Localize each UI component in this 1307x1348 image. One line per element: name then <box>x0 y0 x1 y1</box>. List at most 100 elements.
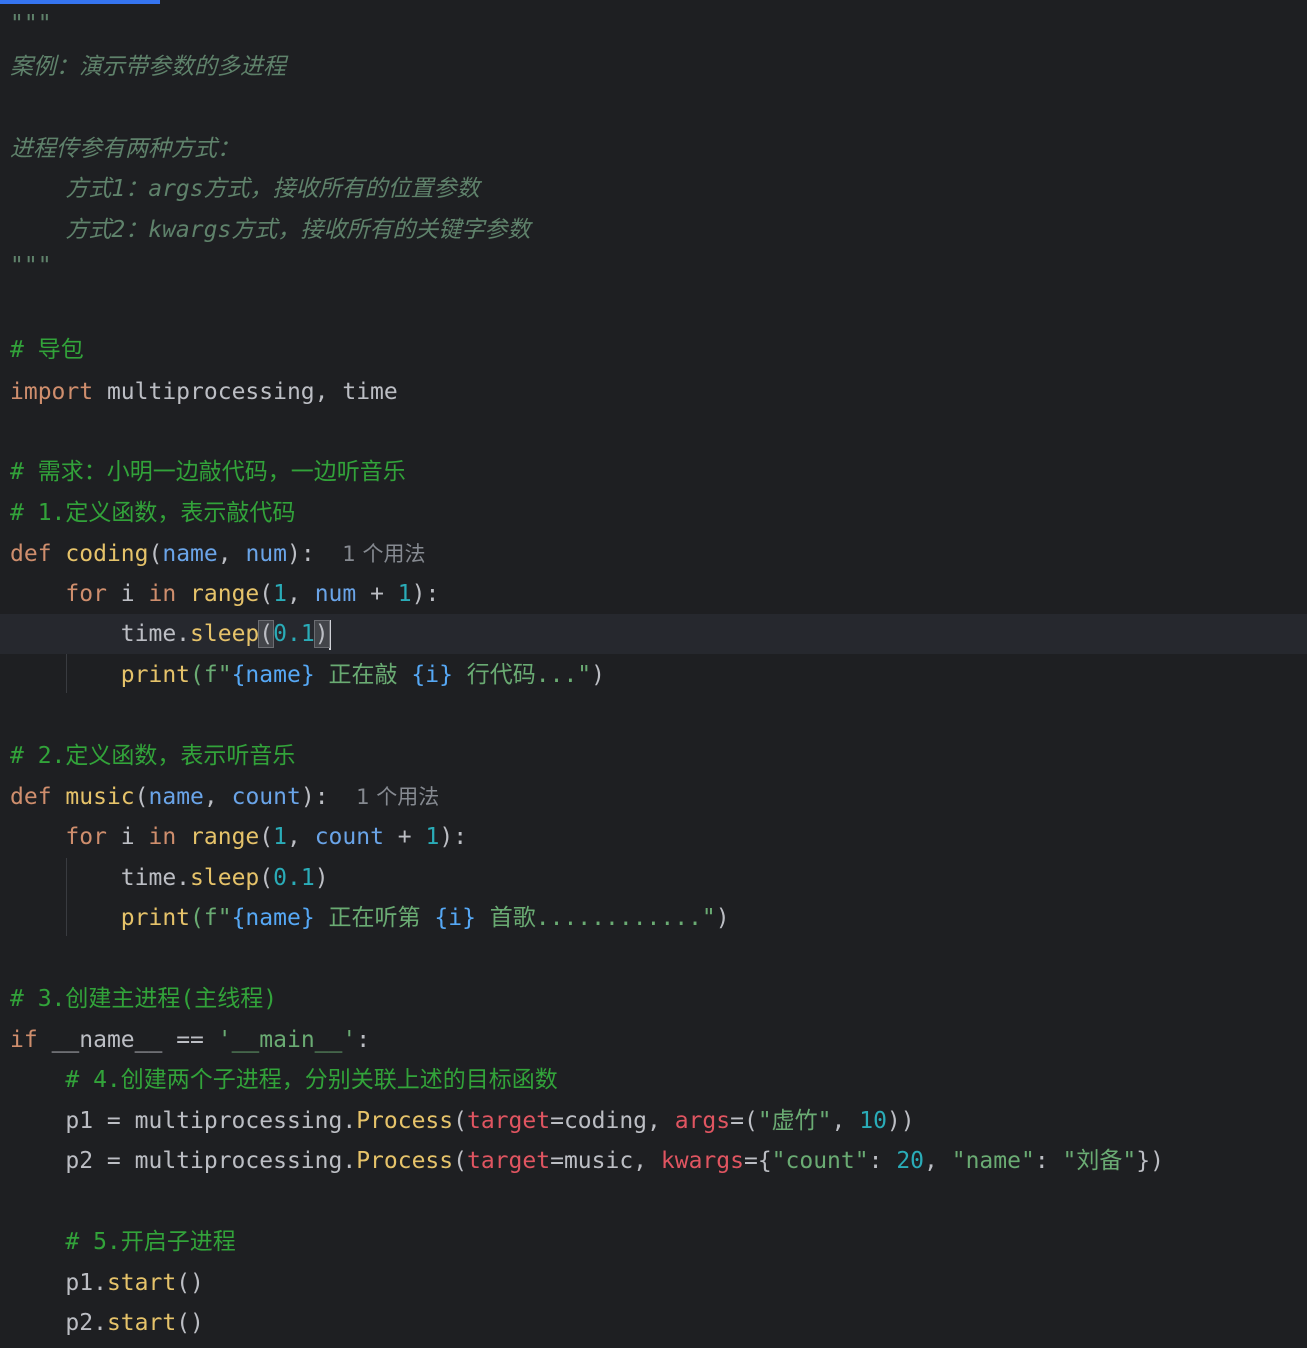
code-text: , <box>924 1148 952 1174</box>
number: 0.1 <box>273 865 315 891</box>
code-text: , <box>831 1108 860 1134</box>
code-text: i <box>106 824 149 850</box>
code-line: """ <box>0 246 1307 286</box>
code-text: }) <box>1136 1148 1164 1174</box>
code-line: p2 = multiprocessing.Process(target=musi… <box>0 1141 1307 1181</box>
string: 行代码..." <box>452 662 592 688</box>
code-text: ( <box>134 784 149 810</box>
code-text: ) <box>314 865 329 891</box>
code-line: 进程传参有两种方式： <box>0 129 1307 169</box>
usage-hint-link[interactable]: 1 个用法 <box>356 785 439 809</box>
code-text: + <box>383 824 426 850</box>
dunder-name: __name__ <box>51 1027 163 1053</box>
code-text: ): <box>439 824 468 850</box>
keyword-argument: args <box>674 1108 731 1134</box>
docstring-close: """ <box>10 253 52 279</box>
code-line: 方式2：kwargs方式，接收所有的关键字参数 <box>0 210 1307 250</box>
text-caret <box>328 619 331 650</box>
docstring-open: """ <box>10 11 52 37</box>
method-call: start <box>106 1270 177 1296</box>
comment: # 3.创建主进程(主线程) <box>10 986 278 1012</box>
parameter: num <box>314 581 357 607</box>
string: "虚竹" <box>757 1108 832 1134</box>
code-text: ): <box>300 784 343 810</box>
code-text: : <box>1034 1148 1063 1174</box>
code-text: p2. <box>65 1310 107 1336</box>
function-name: coding <box>65 541 149 567</box>
number: 20 <box>896 1148 925 1174</box>
docstring-text: 方式2：kwargs方式，接收所有的关键字参数 <box>10 217 531 243</box>
keyword: in <box>148 824 177 850</box>
keyword: for <box>65 581 107 607</box>
number: 10 <box>859 1108 887 1134</box>
code-line: # 2.定义函数，表示听音乐 <box>0 736 1307 776</box>
docstring-text: 进程传参有两种方式： <box>10 136 240 162</box>
code-text: multiprocessing, time <box>93 379 398 405</box>
code-text: () <box>176 1270 204 1296</box>
keyword-argument: target <box>466 1148 551 1174</box>
code-text: ( <box>259 581 274 607</box>
keyword: import <box>10 379 94 405</box>
comment: # 2.定义函数，表示听音乐 <box>10 743 296 769</box>
code-editor[interactable]: """ 案例：演示带参数的多进程 进程传参有两种方式： 方式1：args方式，接… <box>0 0 1307 1348</box>
code-line: def music(name, count): 1 个用法 <box>0 777 1307 817</box>
code-text: p1. <box>65 1270 107 1296</box>
builtin-call: print <box>120 662 191 688</box>
code-line: p1 = multiprocessing.Process(target=codi… <box>0 1101 1307 1141</box>
builtin-call: print <box>120 905 191 931</box>
keyword: def <box>10 784 52 810</box>
code-line: print(f"{name} 正在听第 {i} 首歌............") <box>0 898 1307 938</box>
function-call: sleep <box>190 621 260 647</box>
fstring-expr: {i} <box>434 905 476 931</box>
code-line: 案例：演示带参数的多进程 <box>0 47 1307 87</box>
code-text: + <box>356 581 398 607</box>
code-text: ( <box>453 1148 467 1174</box>
code-line: time.sleep(0.1) <box>0 858 1307 898</box>
current-line[interactable]: time.sleep(0.1) <box>0 614 1307 654</box>
code-text: ) <box>715 905 730 931</box>
code-text: : <box>868 1148 897 1174</box>
method-call: start <box>106 1310 177 1336</box>
parameter: count <box>314 824 384 850</box>
class-call: Process <box>356 1108 454 1134</box>
comment: # 需求：小明一边敲代码，一边听音乐 <box>10 459 406 485</box>
string: (f" <box>190 905 232 931</box>
keyword: for <box>65 824 107 850</box>
comment: # 5.开启子进程 <box>65 1229 236 1255</box>
docstring-text: 方式1：args方式，接收所有的位置参数 <box>10 176 480 202</box>
docstring-text: 案例：演示带参数的多进程 <box>10 54 286 80</box>
code-text: ): <box>411 581 440 607</box>
code-text: : <box>356 1027 371 1053</box>
code-text: p2 = multiprocessing. <box>65 1148 357 1174</box>
keyword: def <box>10 541 52 567</box>
number: 1 <box>273 824 287 850</box>
code-line: # 导包 <box>0 330 1307 370</box>
code-line: for i in range(1, num + 1): <box>0 574 1307 614</box>
usage-hint-link[interactable]: 1 个用法 <box>342 542 425 566</box>
number: 1 <box>425 824 440 850</box>
code-text: =( <box>730 1108 758 1134</box>
code-line: if __name__ == '__main__': <box>0 1020 1307 1060</box>
code-text: == <box>162 1027 218 1053</box>
builtin-call: range <box>176 824 260 850</box>
keyword-argument: kwargs <box>660 1148 744 1174</box>
parameter: num <box>245 541 287 567</box>
code-line: for i in range(1, count + 1): <box>0 817 1307 857</box>
code-line: """ <box>0 4 1307 44</box>
function-call: sleep <box>190 865 260 891</box>
code-text: coding, <box>563 1108 675 1134</box>
code-text: , <box>287 824 315 850</box>
code-text: ( <box>148 541 163 567</box>
code-text: )) <box>886 1108 915 1134</box>
string: "name" <box>951 1148 1035 1174</box>
code-text: , <box>287 581 315 607</box>
code-text: = <box>550 1108 564 1134</box>
string: "刘备" <box>1062 1148 1137 1174</box>
code-text: ) <box>591 662 606 688</box>
comment: # 1.定义函数，表示敲代码 <box>10 500 296 526</box>
code-line: p2.start() <box>0 1303 1307 1343</box>
string: 正在听第 <box>314 905 435 931</box>
code-line: 方式1：args方式，接收所有的位置参数 <box>0 169 1307 209</box>
matched-paren: ( <box>258 620 275 648</box>
